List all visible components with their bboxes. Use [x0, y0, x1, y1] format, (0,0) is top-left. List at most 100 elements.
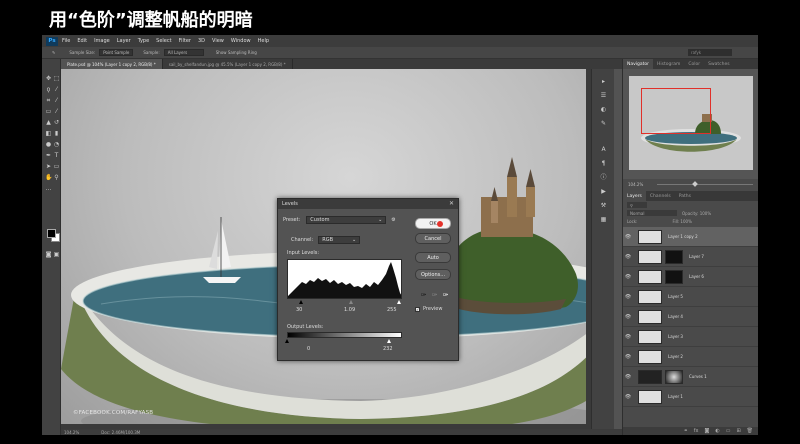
healing-tool-icon[interactable]: ▭: [45, 108, 52, 115]
history-panel-icon[interactable]: ▸: [599, 77, 608, 86]
layer-mask-thumbnail[interactable]: [665, 269, 683, 284]
navigator-thumbnail[interactable]: [629, 76, 753, 170]
preview-checkbox-row[interactable]: ✓ Preview: [415, 306, 442, 312]
blend-mode-select[interactable]: Normal: [627, 210, 677, 216]
brush-tool-icon[interactable]: ⁄: [53, 108, 60, 115]
info-panel-icon[interactable]: ⓘ: [599, 173, 608, 182]
menu-3d[interactable]: 3D: [198, 38, 205, 44]
tab-sail-jpg[interactable]: sail_by_shelfandun.jpg @ 45.5% (Layer 1 …: [163, 59, 293, 69]
gradient-tool-icon[interactable]: ▮: [53, 130, 60, 137]
input-white-field[interactable]: 255: [387, 307, 397, 313]
foreground-color-swatch[interactable]: [47, 229, 56, 238]
input-gamma-slider[interactable]: [349, 300, 353, 304]
paragraph-panel-icon[interactable]: ¶: [599, 159, 608, 168]
new-adjustment-icon[interactable]: ◐: [715, 428, 719, 434]
preset-gear-icon[interactable]: ⚙: [391, 217, 395, 223]
eyedropper-icon[interactable]: ✎: [52, 50, 55, 55]
visibility-eye-icon[interactable]: 👁: [623, 294, 633, 300]
close-icon[interactable]: ✕: [449, 200, 454, 207]
zoom-slider-knob[interactable]: [692, 180, 699, 187]
auto-button[interactable]: Auto: [415, 252, 451, 263]
visibility-eye-icon[interactable]: 👁: [623, 314, 633, 320]
layer-row[interactable]: 👁 Curves 1: [623, 367, 758, 387]
delete-layer-icon[interactable]: 🗑: [747, 428, 753, 434]
show-sampling-ring-checkbox[interactable]: Show Sampling Ring: [216, 50, 257, 55]
menu-image[interactable]: Image: [94, 38, 110, 44]
layer-row[interactable]: 👁 Layer 6: [623, 267, 758, 287]
ok-button[interactable]: OK: [415, 218, 451, 229]
screen-mode-icon[interactable]: ▣: [53, 251, 60, 258]
move-tool-icon[interactable]: ✥: [45, 75, 52, 82]
input-gamma-field[interactable]: 1.09: [344, 307, 355, 313]
menu-help[interactable]: Help: [258, 38, 269, 44]
menu-layer[interactable]: Layer: [117, 38, 131, 44]
tab-channels[interactable]: Channels: [646, 191, 675, 201]
visibility-eye-icon[interactable]: 👁: [623, 234, 633, 240]
layer-mask-thumbnail[interactable]: [665, 249, 683, 264]
preset-select[interactable]: Custom ⌄: [306, 216, 387, 224]
history-brush-icon[interactable]: ↺: [53, 119, 60, 126]
menu-edit[interactable]: Edit: [77, 38, 87, 44]
actions-panel-icon[interactable]: ▶: [599, 187, 608, 196]
brush-panel-icon[interactable]: ✎: [599, 119, 608, 128]
link-layers-icon[interactable]: ⚭: [684, 428, 688, 434]
tab-paths[interactable]: Paths: [675, 191, 695, 201]
layer-row[interactable]: 👁 Layer 1 copy 2: [623, 227, 758, 247]
input-black-field[interactable]: 30: [296, 307, 302, 313]
type-tool-icon[interactable]: T: [53, 152, 60, 159]
marquee-tool-icon[interactable]: ⬚: [53, 75, 60, 82]
tool-presets-icon[interactable]: ⚒: [599, 201, 608, 210]
visibility-eye-icon[interactable]: 👁: [623, 394, 633, 400]
tab-layers[interactable]: Layers: [623, 191, 646, 201]
menu-window[interactable]: Window: [231, 38, 251, 44]
properties-panel-icon[interactable]: ☰: [599, 91, 608, 100]
new-group-icon[interactable]: ▭: [726, 428, 731, 434]
pen-tool-icon[interactable]: ✒: [45, 152, 52, 159]
menu-select[interactable]: Select: [156, 38, 171, 44]
adjustments-panel-icon[interactable]: ◐: [599, 105, 608, 114]
black-eyedropper-icon[interactable]: ✑: [419, 291, 428, 300]
tab-navigator[interactable]: Navigator: [623, 59, 654, 69]
magic-wand-tool-icon[interactable]: ⁄: [53, 86, 60, 93]
layer-row[interactable]: 👁 Layer 4: [623, 307, 758, 327]
eraser-tool-icon[interactable]: ◧: [45, 130, 52, 137]
more-tools-icon[interactable]: …: [45, 185, 52, 192]
zoom-tool-icon[interactable]: ⚲: [53, 174, 60, 181]
sample-select[interactable]: All Layers: [163, 49, 204, 56]
preview-checkbox[interactable]: ✓: [415, 306, 420, 312]
output-black-slider[interactable]: [285, 339, 289, 343]
input-sliders[interactable]: [287, 300, 402, 305]
visibility-eye-icon[interactable]: 👁: [623, 254, 633, 260]
visibility-eye-icon[interactable]: 👁: [623, 354, 633, 360]
channel-select[interactable]: RGB ⌄: [318, 236, 361, 244]
dodge-tool-icon[interactable]: ◔: [53, 141, 60, 148]
shape-tool-icon[interactable]: ▭: [53, 163, 60, 170]
eyedropper-tool-icon[interactable]: ⁄: [53, 97, 60, 104]
tab-swatches[interactable]: Swatches: [704, 59, 734, 69]
blur-tool-icon[interactable]: ●: [45, 141, 52, 148]
navigator-view-box[interactable]: [641, 88, 711, 134]
white-eyedropper-icon[interactable]: ✑: [441, 291, 450, 300]
output-sliders[interactable]: [285, 339, 402, 344]
styles-panel-icon[interactable]: ▦: [599, 215, 608, 224]
input-white-slider[interactable]: [397, 300, 401, 304]
tab-plate-psd[interactable]: Plate.psd @ 104% (Layer 1 copy 2, RGB/8)…: [61, 59, 163, 69]
layer-filter-select[interactable]: ⚲: [627, 202, 647, 208]
output-black-field[interactable]: 0: [307, 346, 310, 352]
layer-row[interactable]: 👁 Layer 7: [623, 247, 758, 267]
crop-tool-icon[interactable]: ⌗: [45, 97, 52, 104]
menu-type[interactable]: Type: [138, 38, 149, 44]
opacity-field[interactable]: Opacity: 100%: [682, 211, 711, 216]
status-zoom[interactable]: 104.2%: [64, 430, 79, 435]
gray-eyedropper-icon[interactable]: ✑: [430, 291, 439, 300]
add-mask-icon[interactable]: ◙: [704, 428, 709, 434]
output-white-field[interactable]: 232: [383, 346, 393, 352]
menu-file[interactable]: File: [62, 38, 70, 44]
navigator-zoom-slider[interactable]: [657, 180, 754, 187]
sample-size-select[interactable]: Point Sample: [99, 49, 134, 56]
new-layer-icon[interactable]: ⊞: [736, 428, 740, 434]
character-panel-icon[interactable]: A: [599, 145, 608, 154]
layer-row[interactable]: 👁 Layer 1: [623, 387, 758, 407]
output-white-slider[interactable]: [387, 339, 391, 343]
layer-row[interactable]: 👁 Layer 3: [623, 327, 758, 347]
